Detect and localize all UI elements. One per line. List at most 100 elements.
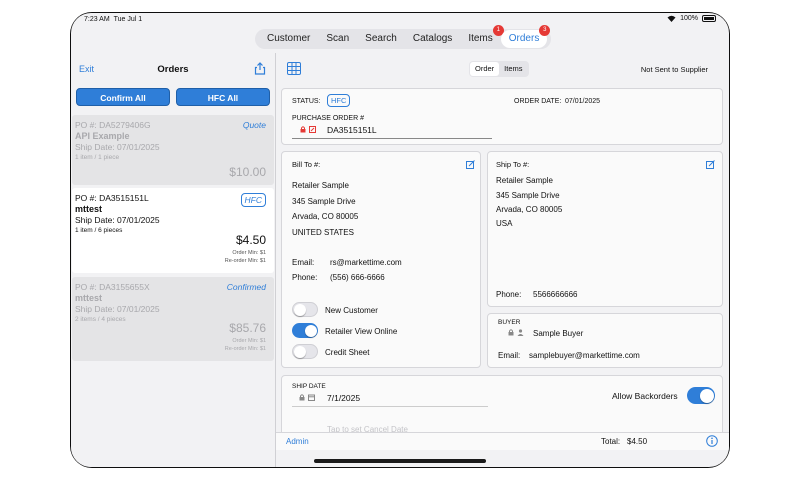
ship-to-phone: 5566666666 xyxy=(533,290,578,299)
bill-to-card: Bill To #: Retailer Sample 345 Sample Dr… xyxy=(281,151,481,368)
buyer-email-label: Email: xyxy=(498,351,521,360)
order-summary-card: STATUS: HFC ORDER DATE: 07/01/2025 PURCH… xyxy=(281,88,723,145)
detail-footer: Admin Total: $4.50 xyxy=(276,432,729,450)
status-value[interactable]: HFC xyxy=(327,94,351,107)
tab-items-label: Items xyxy=(468,33,493,44)
order-status-tag: HFC xyxy=(240,193,266,207)
ship-to-city: Arvada, CO 80005 xyxy=(496,205,563,214)
status-right: 100% xyxy=(667,15,716,22)
bill-to-label: Bill To #: xyxy=(292,160,321,169)
device: 7:23 AM Tue Jul 1 100% Customer Scan Sea… xyxy=(0,0,800,480)
retailer-view-online-label: Retailer View Online xyxy=(325,327,398,336)
ship-date-value[interactable]: 7/1/2025 xyxy=(327,393,360,403)
pencil-icon[interactable] xyxy=(309,126,316,133)
order-po: PO #: DA3515151L xyxy=(75,193,149,203)
pane-divider xyxy=(275,53,276,467)
bill-to-email: rs@markettime.com xyxy=(330,258,402,267)
tab-orders-label: Orders xyxy=(508,33,540,44)
share-icon[interactable] xyxy=(254,62,266,75)
calendar-icon xyxy=(308,394,315,401)
ship-to-street: 345 Sample Drive xyxy=(496,191,560,200)
toggle-knob xyxy=(294,304,306,316)
tab-search[interactable]: Search xyxy=(357,30,405,48)
order-min: Order Min: $1 xyxy=(232,338,266,344)
order-name: mttest xyxy=(75,293,103,303)
tab-scan[interactable]: Scan xyxy=(318,30,357,48)
buyer-name[interactable]: Sample Buyer xyxy=(533,329,583,338)
order-card[interactable]: PO #: DA5279406G API Example Ship Date: … xyxy=(72,115,274,185)
lock-icon xyxy=(508,329,514,336)
lock-icon xyxy=(299,394,305,401)
segment-items[interactable]: Items xyxy=(499,62,527,76)
order-count: 1 item / 1 piece xyxy=(75,154,120,161)
tab-items[interactable]: Items 1 xyxy=(460,25,504,48)
new-customer-toggle[interactable] xyxy=(292,302,318,317)
total-value: $4.50 xyxy=(627,437,648,446)
credit-sheet-toggle[interactable] xyxy=(292,344,318,359)
reorder-min: Re-order Min: $1 xyxy=(224,258,266,264)
admin-button[interactable]: Admin xyxy=(286,437,309,446)
segment-order[interactable]: Order xyxy=(470,62,500,76)
order-total: $85.76 xyxy=(229,321,266,335)
ship-to-name: Retailer Sample xyxy=(496,176,553,185)
order-status-tag: Confirmed xyxy=(226,282,266,292)
order-ship-date: Ship Date: 07/01/2025 xyxy=(75,215,160,225)
status-label: STATUS: xyxy=(292,98,321,105)
tab-catalogs[interactable]: Catalogs xyxy=(405,30,460,48)
top-navigation: Customer Scan Search Catalogs Items 1 Ord… xyxy=(255,25,552,49)
bill-to-street: 345 Sample Drive xyxy=(292,197,356,206)
toggle-knob xyxy=(700,389,714,403)
order-name: mttest xyxy=(75,204,103,214)
bill-to-email-label: Email: xyxy=(292,258,315,267)
tab-customer[interactable]: Customer xyxy=(259,30,318,48)
order-total: $10.00 xyxy=(229,165,266,179)
battery-percent: 100% xyxy=(680,15,698,22)
bill-to-name: Retailer Sample xyxy=(292,181,349,190)
buyer-card: BUYER Sample Buyer Email: samplebuyer@ma… xyxy=(487,313,723,368)
ship-to-phone-label: Phone: xyxy=(496,290,522,299)
ship-date-label: SHIP DATE xyxy=(292,383,326,390)
bill-to-phone-label: Phone: xyxy=(292,273,318,282)
edit-icon[interactable] xyxy=(466,160,475,169)
lock-icon xyxy=(300,126,306,133)
buyer-email: samplebuyer@markettime.com xyxy=(529,351,640,360)
edit-icon[interactable] xyxy=(706,160,715,169)
order-ship-date: Ship Date: 07/01/2025 xyxy=(75,142,160,152)
order-card[interactable]: PO #: DA3515151L mttest Ship Date: 07/01… xyxy=(72,188,274,273)
person-icon xyxy=(517,329,524,336)
info-icon[interactable] xyxy=(706,435,718,447)
ship-date-underline xyxy=(292,406,488,407)
status-bar: 7:23 AM Tue Jul 1 100% xyxy=(71,13,729,27)
total-label: Total: xyxy=(601,437,621,446)
tab-orders[interactable]: Orders 3 xyxy=(500,25,551,48)
retailer-view-online-toggle[interactable] xyxy=(292,323,318,338)
confirm-all-button[interactable]: Confirm All xyxy=(76,88,170,106)
detail-header: Order Items Not Sent to Supplier xyxy=(276,53,729,85)
orders-badge: 3 xyxy=(539,25,551,36)
battery-icon xyxy=(702,15,716,22)
order-min: Order Min: $1 xyxy=(232,250,266,256)
ship-date-icons xyxy=(299,394,315,401)
buyer-label: BUYER xyxy=(498,319,521,326)
bill-to-phone: (556) 666-6666 xyxy=(330,273,385,282)
allow-backorders-toggle[interactable] xyxy=(687,387,715,404)
bulk-actions: Confirm All HFC All xyxy=(76,88,270,106)
po-underline xyxy=(292,138,492,139)
order-total: $4.50 xyxy=(235,233,266,247)
order-date-value: 07/01/2025 xyxy=(565,98,601,105)
wifi-icon xyxy=(667,15,676,22)
order-po: PO #: DA3155655X xyxy=(75,282,150,292)
reorder-min: Re-order Min: $1 xyxy=(224,346,266,352)
status-time: 7:23 AM Tue Jul 1 xyxy=(84,16,143,23)
hfc-all-button[interactable]: HFC All xyxy=(176,88,270,106)
po-value[interactable]: DA3515151L xyxy=(327,125,377,135)
toggle-knob xyxy=(305,325,317,337)
order-date-label: ORDER DATE: xyxy=(514,98,562,105)
ship-to-card: Ship To #: Retailer Sample 345 Sample Dr… xyxy=(487,151,723,307)
order-name: API Example xyxy=(75,131,130,141)
allow-backorders-label: Allow Backorders xyxy=(612,391,678,401)
order-card[interactable]: PO #: DA3155655X mttest Ship Date: 07/01… xyxy=(72,277,274,361)
order-ship-date: Ship Date: 07/01/2025 xyxy=(75,304,160,314)
home-indicator xyxy=(314,459,486,463)
grid-icon[interactable] xyxy=(287,62,301,75)
